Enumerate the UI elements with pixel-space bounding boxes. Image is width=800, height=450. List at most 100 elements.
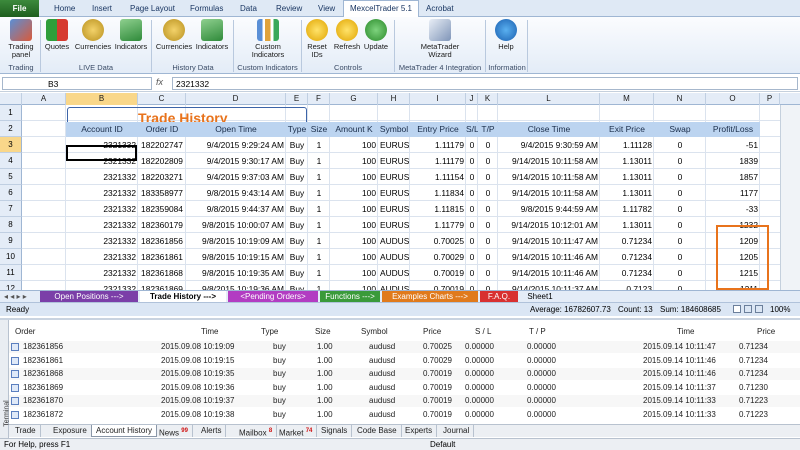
table-cell[interactable]: 100 bbox=[330, 169, 378, 185]
table-cell[interactable]: 0 bbox=[466, 201, 478, 217]
table-header-cell[interactable]: Entry Price bbox=[410, 122, 466, 137]
table-cell[interactable]: 0 bbox=[654, 265, 706, 281]
table-cell[interactable]: 0 bbox=[654, 281, 706, 290]
table-header-cell[interactable]: S/L bbox=[466, 122, 479, 137]
tab-insert[interactable]: Insert bbox=[86, 1, 118, 17]
table-cell[interactable]: 1 bbox=[308, 249, 330, 265]
help-button[interactable]: Help bbox=[492, 19, 520, 61]
table-cell[interactable]: EURUSD bbox=[378, 169, 410, 185]
table-header-cell[interactable]: Close Time bbox=[498, 122, 600, 137]
terminal-row[interactable]: 182361869 2015.09.08 10:19:36 buy 1.00 audus… bbox=[9, 382, 800, 394]
table-cell[interactable]: 0.70029 bbox=[410, 249, 466, 265]
terminal-column-header[interactable]: Type bbox=[261, 327, 278, 336]
table-cell[interactable]: 1.11815 bbox=[410, 201, 466, 217]
table-cell[interactable]: Buy bbox=[286, 281, 308, 290]
table-cell[interactable]: 1.13011 bbox=[600, 185, 654, 201]
table-header-cell[interactable]: Order ID bbox=[138, 122, 186, 137]
trading-panel-button[interactable]: Trading panel bbox=[4, 19, 38, 61]
table-cell[interactable]: 182203271 bbox=[138, 169, 186, 185]
indicators-button[interactable]: Indicators bbox=[113, 19, 149, 61]
table-cell[interactable]: 1.13011 bbox=[600, 153, 654, 169]
table-cell[interactable]: 9/14/2015 10:11:58 AM bbox=[498, 185, 600, 201]
table-cell[interactable]: 0.7123 bbox=[600, 281, 654, 290]
terminal-column-header[interactable]: Symbol bbox=[361, 327, 388, 336]
column-header-g[interactable]: G bbox=[330, 93, 378, 105]
row-header-2[interactable]: 2 bbox=[0, 121, 22, 137]
select-all-corner[interactable] bbox=[0, 93, 22, 105]
table-cell[interactable]: Buy bbox=[286, 185, 308, 201]
table-cell[interactable]: 0 bbox=[466, 281, 478, 290]
column-header-p[interactable]: P bbox=[760, 93, 780, 105]
table-cell[interactable]: 1.11834 bbox=[410, 185, 466, 201]
table-cell[interactable]: 0 bbox=[466, 233, 478, 249]
column-header-f[interactable]: F bbox=[308, 93, 330, 105]
terminal-tab[interactable]: Exposure bbox=[49, 425, 92, 437]
table-cell[interactable]: 1.11154 bbox=[410, 169, 466, 185]
column-header-j[interactable]: J bbox=[466, 93, 478, 105]
table-cell[interactable]: 0 bbox=[654, 153, 706, 169]
table-cell[interactable]: EURUSD bbox=[378, 217, 410, 233]
sheet-tab[interactable]: Trade History ---> bbox=[140, 291, 226, 302]
table-cell[interactable]: 1 bbox=[308, 153, 330, 169]
table-cell[interactable]: 0 bbox=[466, 137, 478, 153]
table-cell[interactable]: Buy bbox=[286, 201, 308, 217]
table-cell[interactable]: 100 bbox=[330, 137, 378, 153]
table-cell[interactable]: 9/14/2015 10:11:58 AM bbox=[498, 169, 600, 185]
table-cell[interactable]: 0 bbox=[466, 169, 478, 185]
page-layout-icon[interactable] bbox=[744, 305, 752, 313]
table-cell[interactable]: 182361856 bbox=[138, 233, 186, 249]
table-cell[interactable]: 1857 bbox=[706, 169, 760, 185]
table-cell[interactable]: 1177 bbox=[706, 185, 760, 201]
table-header-cell[interactable]: Type bbox=[286, 122, 308, 137]
table-cell[interactable]: 9/4/2015 9:37:03 AM bbox=[186, 169, 286, 185]
normal-view-icon[interactable] bbox=[733, 305, 741, 313]
row-header-6[interactable]: 6 bbox=[0, 185, 22, 201]
table-cell[interactable]: 0 bbox=[466, 153, 478, 169]
column-header-e[interactable]: E bbox=[286, 93, 308, 105]
table-cell[interactable]: 0 bbox=[478, 249, 498, 265]
table-cell[interactable]: 182361868 bbox=[138, 265, 186, 281]
table-cell[interactable]: 1.11179 bbox=[410, 153, 466, 169]
table-cell[interactable]: 2321332 bbox=[66, 169, 138, 185]
table-cell[interactable]: 0 bbox=[478, 153, 498, 169]
table-cell[interactable]: 1839 bbox=[706, 153, 760, 169]
table-cell[interactable]: Buy bbox=[286, 153, 308, 169]
table-cell[interactable]: 0 bbox=[478, 137, 498, 153]
table-cell[interactable]: 182359084 bbox=[138, 201, 186, 217]
table-cell[interactable]: 9/4/2015 9:29:24 AM bbox=[186, 137, 286, 153]
table-cell[interactable]: 9/14/2015 10:12:01 AM bbox=[498, 217, 600, 233]
table-cell[interactable]: -51 bbox=[706, 137, 760, 153]
table-cell[interactable]: 0 bbox=[654, 233, 706, 249]
fx-icon[interactable]: fx bbox=[156, 77, 163, 87]
table-cell[interactable]: 0 bbox=[478, 233, 498, 249]
table-cell[interactable]: 1 bbox=[308, 217, 330, 233]
table-cell[interactable]: 1 bbox=[308, 137, 330, 153]
table-cell[interactable]: 182361861 bbox=[138, 249, 186, 265]
tab-view[interactable]: View bbox=[312, 1, 341, 17]
tab-formulas[interactable]: Formulas bbox=[184, 1, 229, 17]
table-cell[interactable]: 1 bbox=[308, 233, 330, 249]
table-cell[interactable]: 2321332 bbox=[66, 217, 138, 233]
table-cell[interactable]: 0.71234 bbox=[600, 265, 654, 281]
table-cell[interactable]: 0 bbox=[466, 249, 478, 265]
table-cell[interactable]: EURUSD bbox=[378, 185, 410, 201]
table-cell[interactable]: 9/14/2015 10:11:46 AM bbox=[498, 265, 600, 281]
quotes-button[interactable]: Quotes bbox=[42, 19, 72, 61]
table-cell[interactable]: 9/8/2015 9:43:14 AM bbox=[186, 185, 286, 201]
table-cell[interactable]: 100 bbox=[330, 201, 378, 217]
table-cell[interactable]: 182202809 bbox=[138, 153, 186, 169]
table-cell[interactable]: 100 bbox=[330, 265, 378, 281]
table-cell[interactable]: 1 bbox=[308, 185, 330, 201]
sheet-tab[interactable]: Open Positions ---> bbox=[40, 291, 138, 302]
tab-review[interactable]: Review bbox=[270, 1, 308, 17]
table-cell[interactable]: 9/8/2015 10:19:35 AM bbox=[186, 265, 286, 281]
column-header-d[interactable]: D bbox=[186, 93, 286, 105]
terminal-row[interactable]: 182361868 2015.09.08 10:19:35 buy 1.00 audus… bbox=[9, 368, 800, 380]
table-cell[interactable]: 0 bbox=[478, 281, 498, 290]
zoom-level[interactable]: 100% bbox=[770, 303, 790, 316]
table-cell[interactable]: 9/14/2015 10:11:37 AM bbox=[498, 281, 600, 290]
table-cell[interactable]: 1.13011 bbox=[600, 217, 654, 233]
table-cell[interactable]: 100 bbox=[330, 249, 378, 265]
table-cell[interactable]: EURUSD bbox=[378, 201, 410, 217]
table-cell[interactable]: 0 bbox=[654, 137, 706, 153]
